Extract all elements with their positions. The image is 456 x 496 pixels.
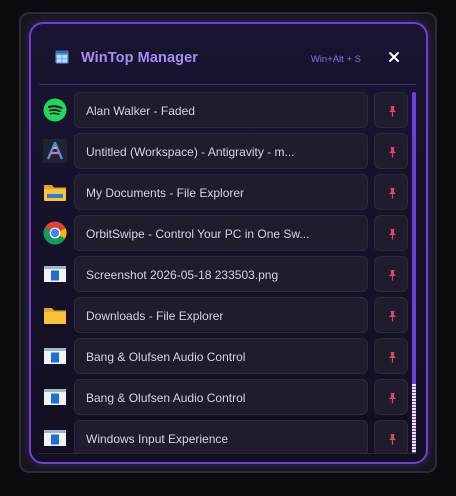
window-title: Windows Input Experience xyxy=(86,432,229,446)
list-item: Alan Walker - Faded xyxy=(39,92,411,128)
window-title: Bang & Olufsen Audio Control xyxy=(86,350,246,364)
pin-icon xyxy=(388,352,396,363)
window-item-button[interactable]: Alan Walker - Faded xyxy=(74,92,368,128)
close-icon xyxy=(389,52,399,62)
footer-divider xyxy=(39,453,416,454)
list-item: Screenshot 2026-05-18 233503.png xyxy=(39,256,411,292)
window-item-button[interactable]: Bang & Olufsen Audio Control xyxy=(74,379,368,415)
list-item: Untitled (Workspace) - Antigravity - m..… xyxy=(39,133,411,169)
window-title: Screenshot 2026-05-18 233503.png xyxy=(86,268,279,282)
pin-button[interactable] xyxy=(374,92,408,128)
window-item-button[interactable]: Windows Input Experience xyxy=(74,420,368,454)
window-title: OrbitSwipe - Control Your PC in One Sw..… xyxy=(86,227,310,241)
hotkey-hint: Win+Alt + S xyxy=(310,54,361,65)
window-grid-icon xyxy=(55,50,69,64)
pin-button[interactable] xyxy=(374,215,408,251)
pin-button[interactable] xyxy=(374,420,408,454)
window-item-button[interactable]: OrbitSwipe - Control Your PC in One Sw..… xyxy=(74,215,368,251)
pin-button[interactable] xyxy=(374,297,408,333)
window-title: Alan Walker - Faded xyxy=(86,104,195,118)
list-item: My Documents - File Explorer xyxy=(39,174,411,210)
window-title: Downloads - File Explorer xyxy=(86,309,224,323)
pin-icon xyxy=(388,311,396,322)
list-item: Bang & Olufsen Audio Control xyxy=(39,379,411,415)
antigravity-icon xyxy=(43,139,67,163)
scrollbar[interactable] xyxy=(412,92,416,454)
window-item-button[interactable]: Untitled (Workspace) - Antigravity - m..… xyxy=(74,133,368,169)
header-divider xyxy=(39,84,416,85)
app-window-icon xyxy=(43,262,67,286)
close-button[interactable] xyxy=(386,49,402,65)
pin-icon xyxy=(388,393,396,404)
spotify-icon xyxy=(43,98,67,122)
pin-icon xyxy=(388,188,396,199)
pin-button[interactable] xyxy=(374,379,408,415)
app-title: WinTop Manager xyxy=(81,50,198,66)
pin-button[interactable] xyxy=(374,174,408,210)
window-item-button[interactable]: Downloads - File Explorer xyxy=(74,297,368,333)
chrome-icon xyxy=(43,221,67,245)
list-item: Bang & Olufsen Audio Control xyxy=(39,338,411,374)
folder-icon xyxy=(43,180,67,204)
list-item: Windows Input Experience xyxy=(39,420,411,454)
pin-icon xyxy=(388,270,396,281)
pin-icon xyxy=(388,147,396,158)
window-item-button[interactable]: Bang & Olufsen Audio Control xyxy=(74,338,368,374)
app-window-icon xyxy=(43,344,67,368)
list-item: OrbitSwipe - Control Your PC in One Sw..… xyxy=(39,215,411,251)
pin-icon xyxy=(388,434,396,445)
scrollbar-thumb[interactable] xyxy=(412,384,416,454)
app-window-icon xyxy=(43,385,67,409)
window-title: Bang & Olufsen Audio Control xyxy=(86,391,246,405)
window-title: Untitled (Workspace) - Antigravity - m..… xyxy=(86,145,295,159)
pin-button[interactable] xyxy=(374,256,408,292)
pin-icon xyxy=(388,229,396,240)
pin-button[interactable] xyxy=(374,338,408,374)
window-item-button[interactable]: My Documents - File Explorer xyxy=(74,174,368,210)
window-list: Alan Walker - Faded Untitled (Workspace)… xyxy=(39,92,411,454)
list-item: Downloads - File Explorer xyxy=(39,297,411,333)
pin-button[interactable] xyxy=(374,133,408,169)
wintop-manager-panel: WinTop Manager Win+Alt + S Alan Walker -… xyxy=(29,22,428,464)
window-item-button[interactable]: Screenshot 2026-05-18 233503.png xyxy=(74,256,368,292)
app-window-icon xyxy=(43,426,67,450)
panel-header: WinTop Manager Win+Alt + S xyxy=(31,24,426,84)
pin-icon xyxy=(388,106,396,117)
window-title: My Documents - File Explorer xyxy=(86,186,245,200)
folder-icon xyxy=(43,303,67,327)
